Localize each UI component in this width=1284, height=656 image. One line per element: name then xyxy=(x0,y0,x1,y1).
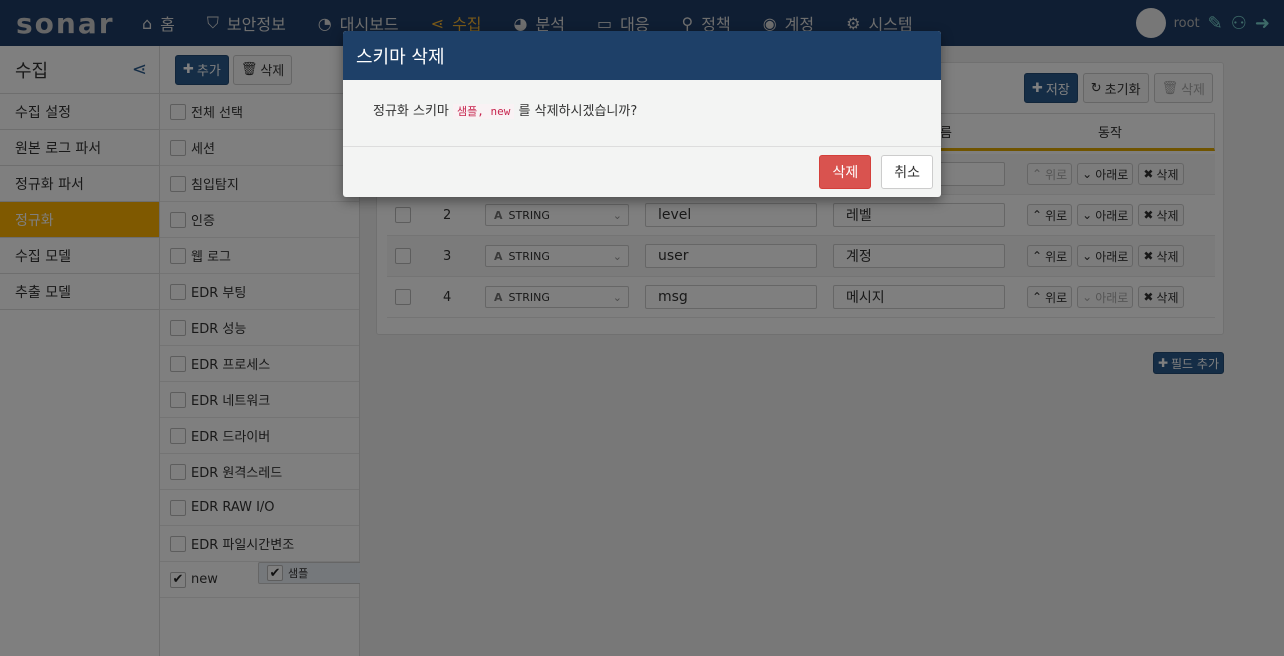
message-suffix: 를 삭제하시겠습니까? xyxy=(518,104,638,119)
confirm-delete-button[interactable]: 삭제 xyxy=(819,155,872,189)
cancel-button[interactable]: 취소 xyxy=(881,155,933,189)
delete-schema-modal: 스키마 삭제 정규화 스키마 샘플, new 를 삭제하시겠습니까? 삭제 취소 xyxy=(343,31,941,197)
target-names: 샘플, new xyxy=(453,104,515,119)
message-prefix: 정규화 스키마 xyxy=(373,104,449,119)
modal-title: 스키마 삭제 xyxy=(343,31,941,80)
modal-message: 정규화 스키마 샘플, new 를 삭제하시겠습니까? xyxy=(343,80,941,147)
